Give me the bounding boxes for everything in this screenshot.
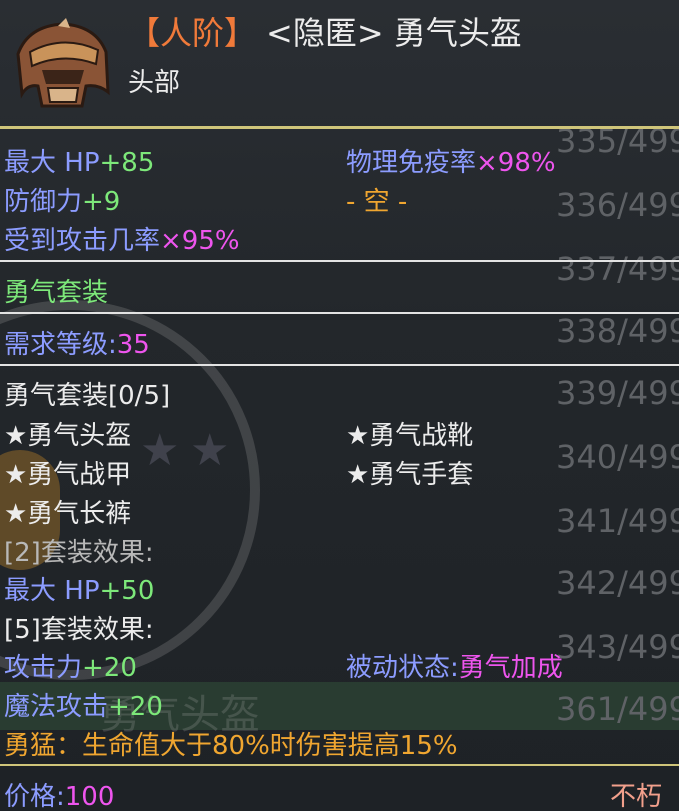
background-counter: 342/499 <box>556 564 679 602</box>
item-tooltip: ★ ★ 勇气头盔 335/499 336/499 337/499 338/499… <box>0 0 679 811</box>
background-counter: 337/499 <box>556 250 679 288</box>
stat-label: 被动状态: <box>346 653 459 683</box>
stat-value: +20 <box>108 692 163 722</box>
set-bonus-5-passive: 被动状态:勇气加成 <box>346 647 563 684</box>
stat-label: 最大 HP <box>4 576 100 606</box>
stat-label: 魔法攻击 <box>4 692 109 722</box>
requirement-value: 35 <box>116 330 150 360</box>
skill-description: 勇猛：生命值大于80%时伤害提高15% <box>4 731 458 761</box>
level-requirement: 需求等级:35 <box>4 324 150 361</box>
stat-label: 攻击力 <box>4 653 83 683</box>
set-piece: ★勇气战甲 <box>4 460 132 490</box>
stat-value: ×98% <box>476 148 556 178</box>
stat-label: 防御力 <box>4 187 83 217</box>
stat-value: +85 <box>99 148 155 178</box>
footer-divider <box>0 764 679 766</box>
background-counter: 336/499 <box>556 186 679 224</box>
background-counter: 361/499 <box>556 690 679 728</box>
stat-value: 勇气加成 <box>458 653 563 683</box>
set-piece: ★勇气长裤 <box>4 499 132 529</box>
price-label: 价格: <box>4 782 65 811</box>
set-piece: ★勇气头盔 <box>4 421 132 451</box>
set-bonus-5-magic: 魔法攻击+20 <box>4 686 163 723</box>
item-rank: 【人阶】 <box>128 14 257 52</box>
background-counter: 339/499 <box>556 374 679 412</box>
tooltip-header: 【人阶】 <隐匿> 勇气头盔 头部 <box>0 0 679 128</box>
background-counter: 340/499 <box>556 438 679 476</box>
stat-label: 受到攻击几率 <box>4 226 161 256</box>
helmet-icon <box>8 14 116 112</box>
background-star-icon: ★ <box>190 425 230 476</box>
set-bonus-2-label: [2]套装效果: <box>4 538 154 568</box>
stat-value: +50 <box>99 576 155 606</box>
background-star-icon: ★ <box>140 425 180 476</box>
set-bonus-2-stat: 最大 HP+50 <box>4 570 154 607</box>
section-divider <box>0 260 679 262</box>
requirement-label: 需求等级: <box>4 330 117 360</box>
set-bonus-5-attack: 攻击力+20 <box>4 647 137 684</box>
stat-value: ×95% <box>160 226 240 256</box>
stat-phys-immune: 物理免疫率×98% <box>346 142 556 179</box>
item-price: 价格:100 <box>4 776 114 811</box>
set-piece: ★勇气战靴 <box>346 421 474 451</box>
item-name: <隐匿> 勇气头盔 <box>266 14 522 52</box>
section-divider <box>0 364 679 366</box>
background-counter: 343/499 <box>556 628 679 666</box>
set-name: 勇气套装 <box>4 278 109 308</box>
stat-label: 最大 HP <box>4 148 100 178</box>
background-counter: 341/499 <box>556 502 679 540</box>
stat-value: +20 <box>82 653 137 683</box>
empty-socket: - 空 - <box>346 187 408 217</box>
stat-max-hp: 最大 HP+85 <box>4 142 154 179</box>
background-counter: 338/499 <box>556 312 679 350</box>
stat-hit-rate: 受到攻击几率×95% <box>4 220 240 257</box>
set-piece: ★勇气手套 <box>346 460 474 490</box>
stat-label: 物理免疫率 <box>346 148 477 178</box>
item-title: 【人阶】 <隐匿> 勇气头盔 <box>128 8 522 54</box>
durability-label: 不朽 <box>610 782 663 811</box>
set-progress: 勇气套装[0/5] <box>4 381 171 411</box>
set-bonus-5-label: [5]套装效果: <box>4 615 154 645</box>
stat-defense: 防御力+9 <box>4 181 120 218</box>
header-divider <box>0 126 679 129</box>
section-divider <box>0 312 679 314</box>
equip-slot: 头部 <box>128 68 181 98</box>
price-value: 100 <box>64 782 115 811</box>
stat-value: +9 <box>82 187 121 217</box>
